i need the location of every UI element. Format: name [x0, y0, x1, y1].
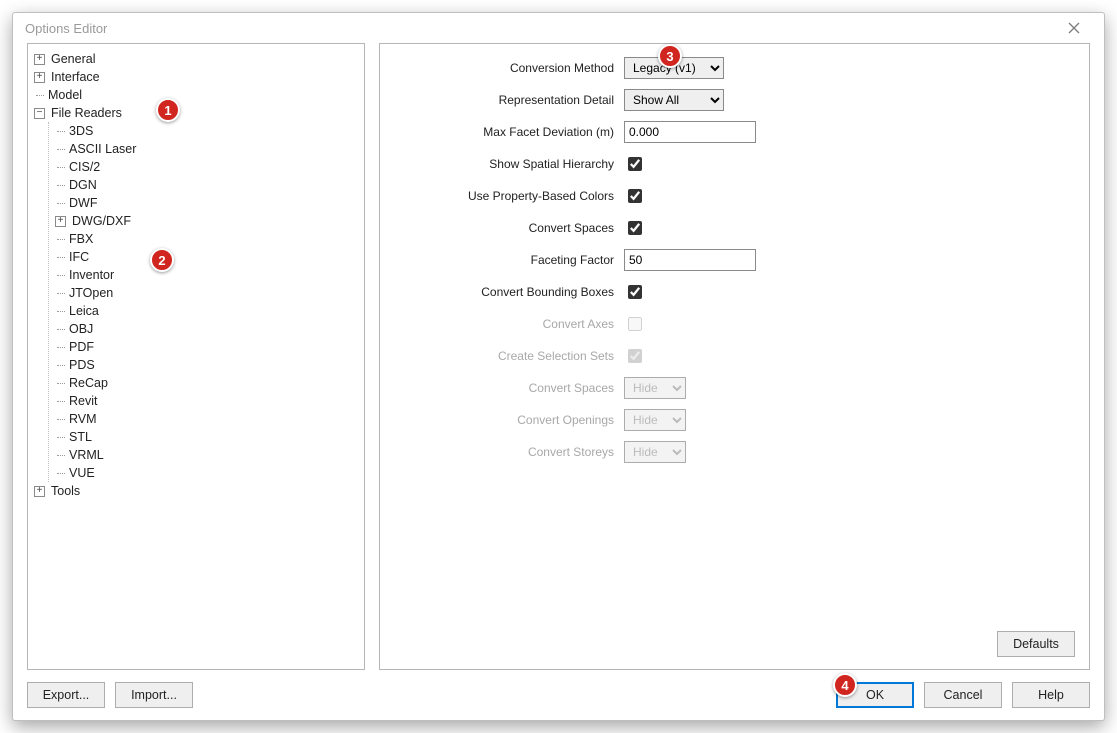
tree-connector-icon: [55, 230, 67, 248]
tree-connector-icon: [55, 464, 67, 482]
tree-item-general[interactable]: General: [51, 52, 95, 66]
file-readers-children: 3DS ASCII Laser CIS/2 DGN DWF + DWG/DXF F…: [48, 122, 360, 482]
tree-connector-icon: [55, 176, 67, 194]
tree-connector-icon: [55, 284, 67, 302]
use-property-based-colors-checkbox[interactable]: [628, 189, 642, 203]
representation-detail-select[interactable]: Show All: [624, 89, 724, 111]
expand-icon[interactable]: +: [34, 54, 45, 65]
collapse-icon[interactable]: −: [34, 108, 45, 119]
tree-connector-icon: [55, 248, 67, 266]
tree-connector-icon: [55, 374, 67, 392]
tree-connector-icon: [55, 428, 67, 446]
ok-button[interactable]: OK: [836, 682, 914, 708]
convert-bounding-boxes-label: Convert Bounding Boxes: [394, 285, 624, 299]
convert-spaces-label: Convert Spaces: [394, 221, 624, 235]
create-selection-sets-label: Create Selection Sets: [394, 349, 624, 363]
tree-item-stl[interactable]: STL: [69, 430, 92, 444]
show-spatial-hierarchy-label: Show Spatial Hierarchy: [394, 157, 624, 171]
titlebar: Options Editor: [13, 13, 1104, 43]
tree-connector-icon: [55, 122, 67, 140]
representation-detail-label: Representation Detail: [394, 93, 624, 107]
tree-item-ifc[interactable]: IFC: [69, 250, 89, 264]
tree-item-tools[interactable]: Tools: [51, 484, 80, 498]
convert-openings-label: Convert Openings: [394, 413, 624, 427]
tree-connector-icon: [55, 266, 67, 284]
convert-axes-checkbox: [628, 317, 642, 331]
tree-item-dwf[interactable]: DWF: [69, 196, 97, 210]
help-button[interactable]: Help: [1012, 682, 1090, 708]
tree-connector-icon: [55, 320, 67, 338]
export-button[interactable]: Export...: [27, 682, 105, 708]
tree-connector-icon: [55, 194, 67, 212]
tree-item-pds[interactable]: PDS: [69, 358, 95, 372]
tree-item-inventor[interactable]: Inventor: [69, 268, 114, 282]
tree-item-cis2[interactable]: CIS/2: [69, 160, 100, 174]
conversion-method-label: Conversion Method: [394, 61, 624, 75]
import-button[interactable]: Import...: [115, 682, 193, 708]
defaults-button[interactable]: Defaults: [997, 631, 1075, 657]
tree-connector-icon: [55, 140, 67, 158]
convert-storeys-select: Hide: [624, 441, 686, 463]
tree-item-obj[interactable]: OBJ: [69, 322, 93, 336]
tree-item-dgn[interactable]: DGN: [69, 178, 97, 192]
tree-item-model[interactable]: Model: [48, 88, 82, 102]
tree-item-jtopen[interactable]: JTOpen: [69, 286, 113, 300]
tree-item-vrml[interactable]: VRML: [69, 448, 104, 462]
tree-connector-icon: [55, 158, 67, 176]
dialog-button-bar: Export... Import... OK Cancel Help: [27, 670, 1090, 708]
tree-item-pdf[interactable]: PDF: [69, 340, 94, 354]
use-property-based-colors-label: Use Property-Based Colors: [394, 189, 624, 203]
convert-axes-label: Convert Axes: [394, 317, 624, 331]
expand-icon[interactable]: +: [34, 486, 45, 497]
tree-item-rvm[interactable]: RVM: [69, 412, 97, 426]
convert-storeys-label: Convert Storeys: [394, 445, 624, 459]
tree-item-recap[interactable]: ReCap: [69, 376, 108, 390]
conversion-method-select[interactable]: Legacy (v1): [624, 57, 724, 79]
close-icon[interactable]: [1054, 16, 1094, 40]
tree-item-vue[interactable]: VUE: [69, 466, 95, 480]
tree-item-interface[interactable]: Interface: [51, 70, 100, 84]
tree-connector-icon: [34, 86, 46, 104]
tree-item-ascii-laser[interactable]: ASCII Laser: [69, 142, 136, 156]
options-editor-window: Options Editor 1 2 +General +Interface M…: [12, 12, 1105, 721]
tree-connector-icon: [55, 410, 67, 428]
faceting-factor-label: Faceting Factor: [394, 253, 624, 267]
category-tree: +General +Interface Model −File Readers …: [34, 50, 360, 500]
create-selection-sets-checkbox: [628, 349, 642, 363]
tree-connector-icon: [55, 338, 67, 356]
tree-item-dwg-dxf[interactable]: DWG/DXF: [72, 214, 131, 228]
tree-item-file-readers[interactable]: File Readers: [51, 106, 122, 120]
convert-bounding-boxes-checkbox[interactable]: [628, 285, 642, 299]
faceting-factor-input[interactable]: [624, 249, 756, 271]
cancel-button[interactable]: Cancel: [924, 682, 1002, 708]
convert-spaces-select: Hide: [624, 377, 686, 399]
max-facet-deviation-input[interactable]: [624, 121, 756, 143]
tree-connector-icon: [55, 392, 67, 410]
tree-item-leica[interactable]: Leica: [69, 304, 99, 318]
convert-spaces-sel-label: Convert Spaces: [394, 381, 624, 395]
expand-icon[interactable]: +: [55, 216, 66, 227]
convert-openings-select: Hide: [624, 409, 686, 431]
tree-connector-icon: [55, 356, 67, 374]
tree-connector-icon: [55, 446, 67, 464]
tree-connector-icon: [55, 302, 67, 320]
max-facet-deviation-label: Max Facet Deviation (m): [394, 125, 624, 139]
convert-spaces-checkbox[interactable]: [628, 221, 642, 235]
tree-item-revit[interactable]: Revit: [69, 394, 97, 408]
category-tree-pane: 1 2 +General +Interface Model −File Read…: [27, 43, 365, 670]
tree-item-fbx[interactable]: FBX: [69, 232, 93, 246]
expand-icon[interactable]: +: [34, 72, 45, 83]
tree-item-3ds[interactable]: 3DS: [69, 124, 93, 138]
ifc-options-form: Conversion Method Legacy (v1) Representa…: [394, 56, 1075, 464]
options-pane: 3 4 Conversion Method Legacy (v1) Repres…: [379, 43, 1090, 670]
window-title: Options Editor: [25, 21, 107, 36]
show-spatial-hierarchy-checkbox[interactable]: [628, 157, 642, 171]
